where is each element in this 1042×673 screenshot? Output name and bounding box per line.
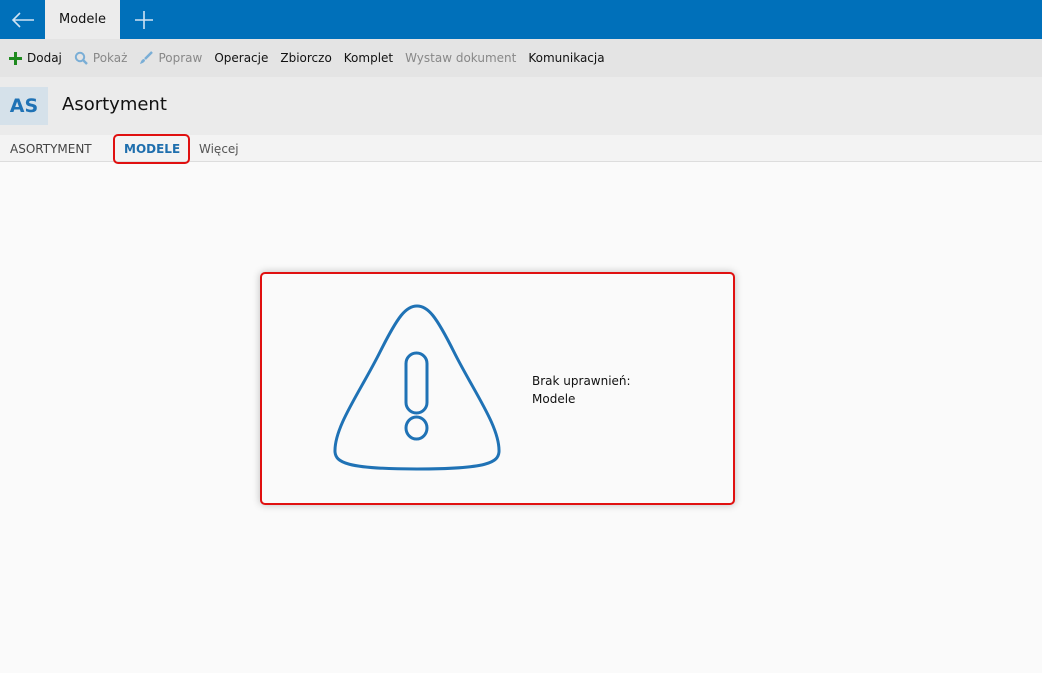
permission-message: Brak uprawnień: Modele <box>532 374 631 406</box>
tab-more[interactable]: Więcej <box>199 142 239 156</box>
module-badge: AS <box>0 87 48 125</box>
brush-icon <box>140 51 154 64</box>
set-button[interactable]: Komplet <box>344 51 393 65</box>
top-bar: Modele <box>0 0 1042 39</box>
communication-button[interactable]: Komunikacja <box>528 51 604 65</box>
plus-icon <box>9 51 22 65</box>
warning-icon <box>333 304 501 471</box>
toolbar: Dodaj Pokaż Popraw Operacje Zbiorczo Kom… <box>0 39 1042 77</box>
highlight-box <box>113 134 190 164</box>
back-button[interactable] <box>0 0 45 39</box>
page-title: Asortyment <box>62 94 167 115</box>
page-header: AS Asortyment <box>0 77 1042 135</box>
bulk-button[interactable]: Zbiorczo <box>280 51 331 65</box>
arrow-left-icon <box>11 11 34 28</box>
issue-document-button[interactable]: Wystaw dokument <box>405 51 516 65</box>
edit-button[interactable]: Popraw <box>139 51 202 65</box>
no-permission-panel: Brak uprawnień: Modele <box>260 272 735 505</box>
search-icon <box>74 51 88 65</box>
show-button[interactable]: Pokaż <box>74 51 127 65</box>
operations-button[interactable]: Operacje <box>214 51 268 65</box>
add-button[interactable]: Dodaj <box>9 51 62 65</box>
tab-modele[interactable]: Modele <box>45 0 120 39</box>
plus-icon[interactable] <box>132 8 156 32</box>
tab-asortyment[interactable]: ASORTYMENT <box>10 142 92 156</box>
